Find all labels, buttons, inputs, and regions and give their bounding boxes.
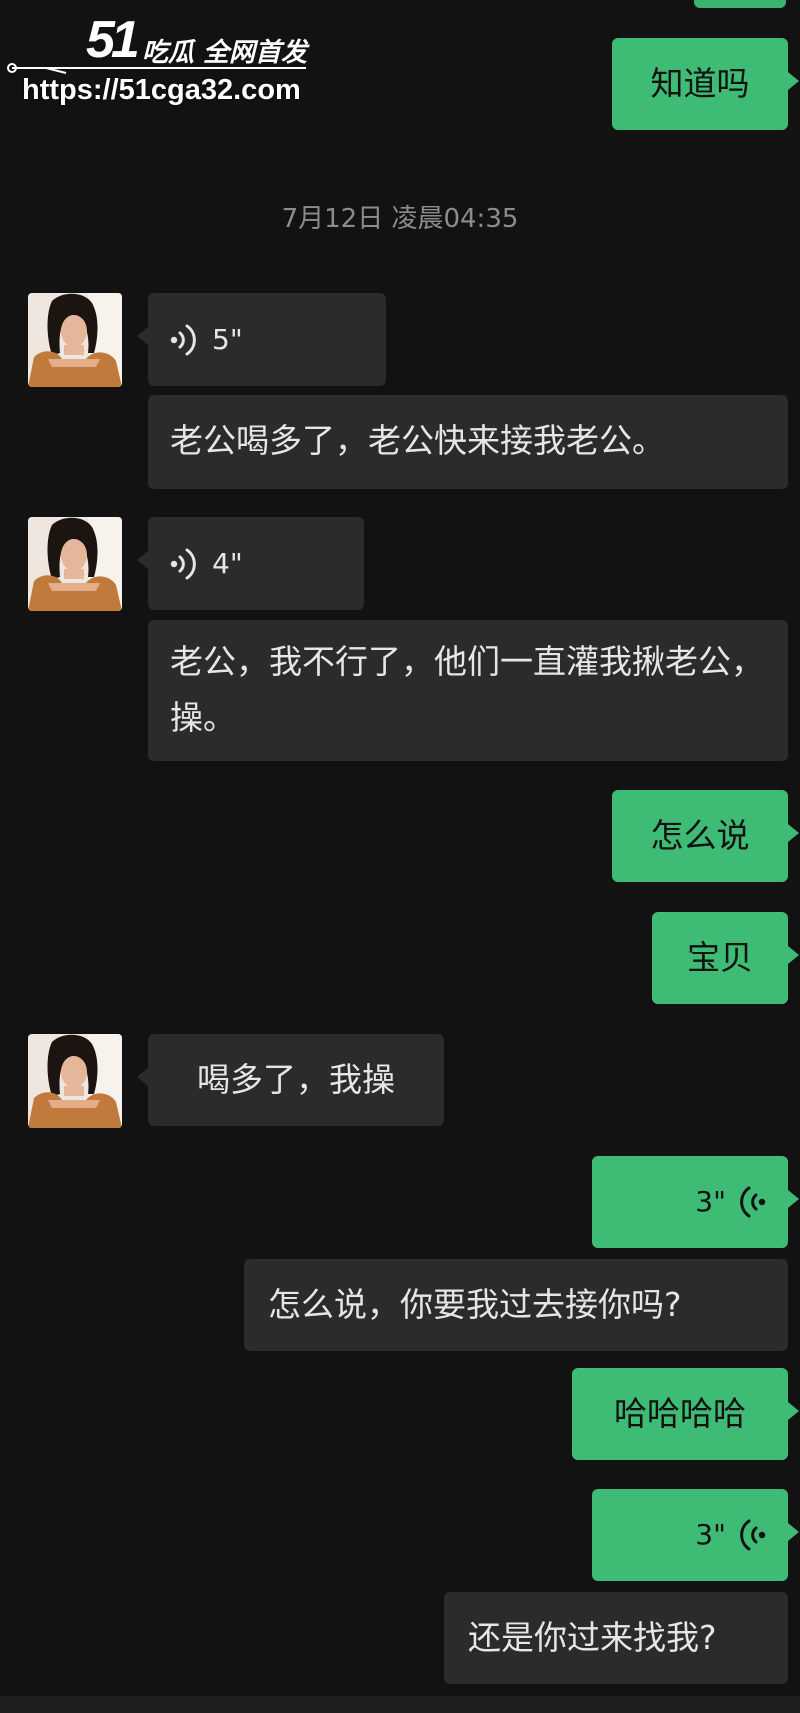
incoming-message-bubble[interactable]: 老公喝多了，老公快来接我老公。 — [148, 395, 788, 489]
incoming-voice-message[interactable]: 4" — [137, 517, 364, 610]
voice-message-content: 5" — [148, 293, 386, 386]
incoming-message-bubble[interactable]: 老公，我不行了，他们一直灌我揪老公，操。 — [148, 620, 788, 761]
message-text: 喝多了，我操 — [197, 1060, 395, 1099]
avatar-photo — [28, 517, 122, 611]
voice-duration: 3" — [695, 1518, 726, 1551]
voice-wave-icon — [170, 324, 196, 355]
outgoing-voice-message[interactable]: 3" — [592, 1156, 799, 1248]
incoming-message-bubble[interactable]: 喝多了，我操 — [137, 1034, 444, 1126]
contact-avatar[interactable] — [28, 517, 122, 611]
voice-message-content: 3" — [592, 1156, 788, 1248]
chat-screen: 51 吃瓜 全网首发 https://51cga32.com 知道吗 7月12日… — [0, 0, 800, 1713]
incoming-voice-message[interactable]: 5" — [137, 293, 386, 386]
voice-wave-icon — [740, 1186, 766, 1218]
message-text: 老公，我不行了，他们一直灌我揪老公，操。 — [170, 642, 764, 737]
outgoing-message-bubble[interactable]: 哈哈哈哈 — [572, 1368, 799, 1460]
message-text: 宝贝 — [687, 938, 753, 977]
watermark-circuit-line — [7, 63, 306, 74]
avatar-photo — [28, 293, 122, 387]
contact-avatar[interactable] — [28, 293, 122, 387]
voice-duration: 5" — [212, 322, 243, 356]
voice-message-content: 4" — [148, 517, 364, 610]
voice-message-content: 3" — [592, 1489, 788, 1581]
outgoing-message-bubble[interactable]: 怎么说 — [612, 790, 799, 882]
outgoing-voice-message[interactable]: 3" — [592, 1489, 799, 1581]
message-text: 怎么说 — [650, 816, 750, 855]
watermark-logo: 51 — [86, 11, 140, 69]
avatar-photo — [28, 1034, 122, 1128]
watermark-url: https://51cga32.com — [22, 74, 301, 106]
voice-duration: 3" — [695, 1185, 726, 1218]
message-text: 怎么说，你要我过去接你吗? — [268, 1285, 682, 1324]
outgoing-message-bubble[interactable]: 宝贝 — [652, 912, 799, 1004]
incoming-message-bubble[interactable]: 怎么说，你要我过去接你吗? — [244, 1259, 788, 1351]
voice-wave-icon — [740, 1519, 766, 1551]
voice-wave-icon — [170, 548, 196, 579]
message-text: 老公喝多了，老公快来接我老公。 — [170, 421, 665, 460]
contact-avatar[interactable] — [28, 1034, 122, 1128]
chat-timestamp: 7月12日 凌晨04:35 — [281, 204, 519, 234]
incoming-message-bubble[interactable]: 还是你过来找我? — [444, 1592, 788, 1684]
input-bar-edge — [0, 1696, 800, 1713]
voice-duration: 4" — [212, 546, 243, 580]
watermark: 51 吃瓜 全网首发 https://51cga32.com — [6, 10, 307, 110]
message-text: 知道吗 — [650, 64, 750, 103]
outgoing-message-bubble-partial[interactable] — [694, 0, 786, 8]
outgoing-message-bubble[interactable]: 知道吗 — [612, 38, 799, 130]
message-text: 哈哈哈哈 — [614, 1394, 746, 1433]
message-text: 还是你过来找我? — [468, 1618, 717, 1657]
